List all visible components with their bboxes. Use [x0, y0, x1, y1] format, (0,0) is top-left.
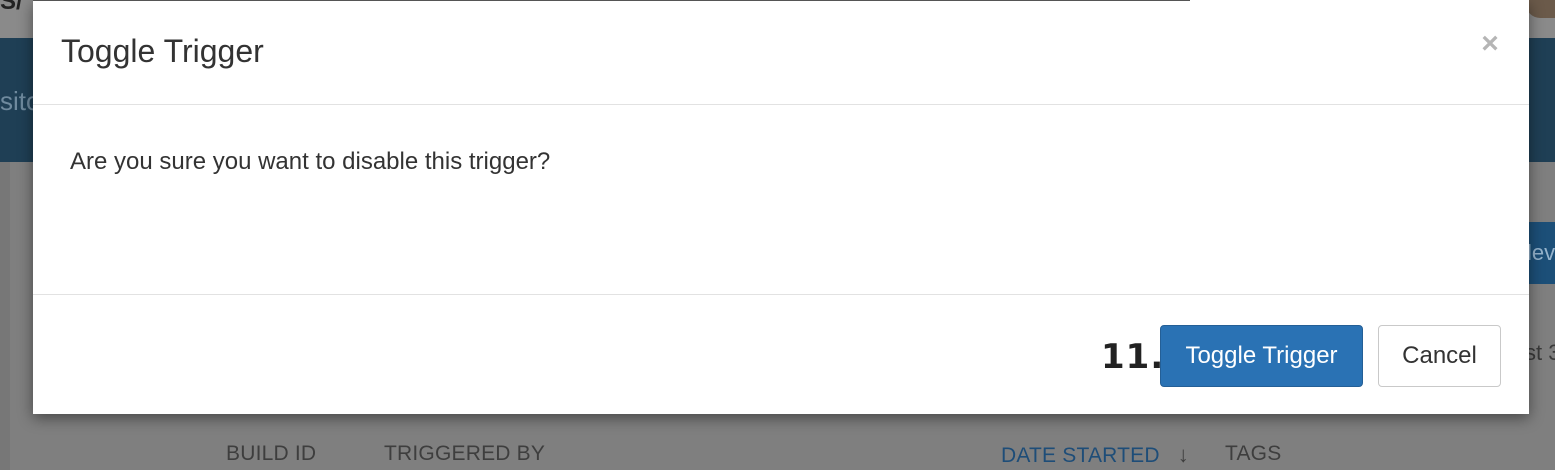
cancel-button[interactable]: Cancel — [1378, 325, 1501, 387]
step-label: 11. — [1101, 337, 1165, 377]
background-last-text: st 3 — [1525, 340, 1555, 365]
dialog-footer: 11. Toggle Trigger Cancel — [33, 294, 1529, 415]
toggle-trigger-dialog: Toggle Trigger × Are you sure you want t… — [33, 0, 1529, 414]
column-header-date-started: DATE STARTED ↓ — [1001, 442, 1189, 468]
column-header-tags: TAGS — [1225, 442, 1282, 465]
toggle-trigger-button[interactable]: Toggle Trigger — [1160, 325, 1363, 387]
column-header-triggered-by: TRIGGERED BY — [384, 442, 546, 465]
close-icon[interactable]: × — [1478, 28, 1502, 60]
dialog-header: Toggle Trigger × — [33, 0, 1529, 105]
arrow-down-icon: ↓ — [1177, 442, 1189, 467]
background-left-strip — [0, 162, 10, 470]
column-header-date-started-label: DATE STARTED — [1001, 444, 1160, 467]
dialog-body: Are you sure you want to disable this tr… — [33, 105, 1529, 294]
dialog-title: Toggle Trigger — [61, 33, 264, 69]
dialog-message: Are you sure you want to disable this tr… — [70, 148, 551, 175]
table-header: BUILD ID TRIGGERED BY DATE STARTED ↓ TAGS — [0, 440, 1555, 470]
column-header-build-id: BUILD ID — [226, 442, 317, 465]
